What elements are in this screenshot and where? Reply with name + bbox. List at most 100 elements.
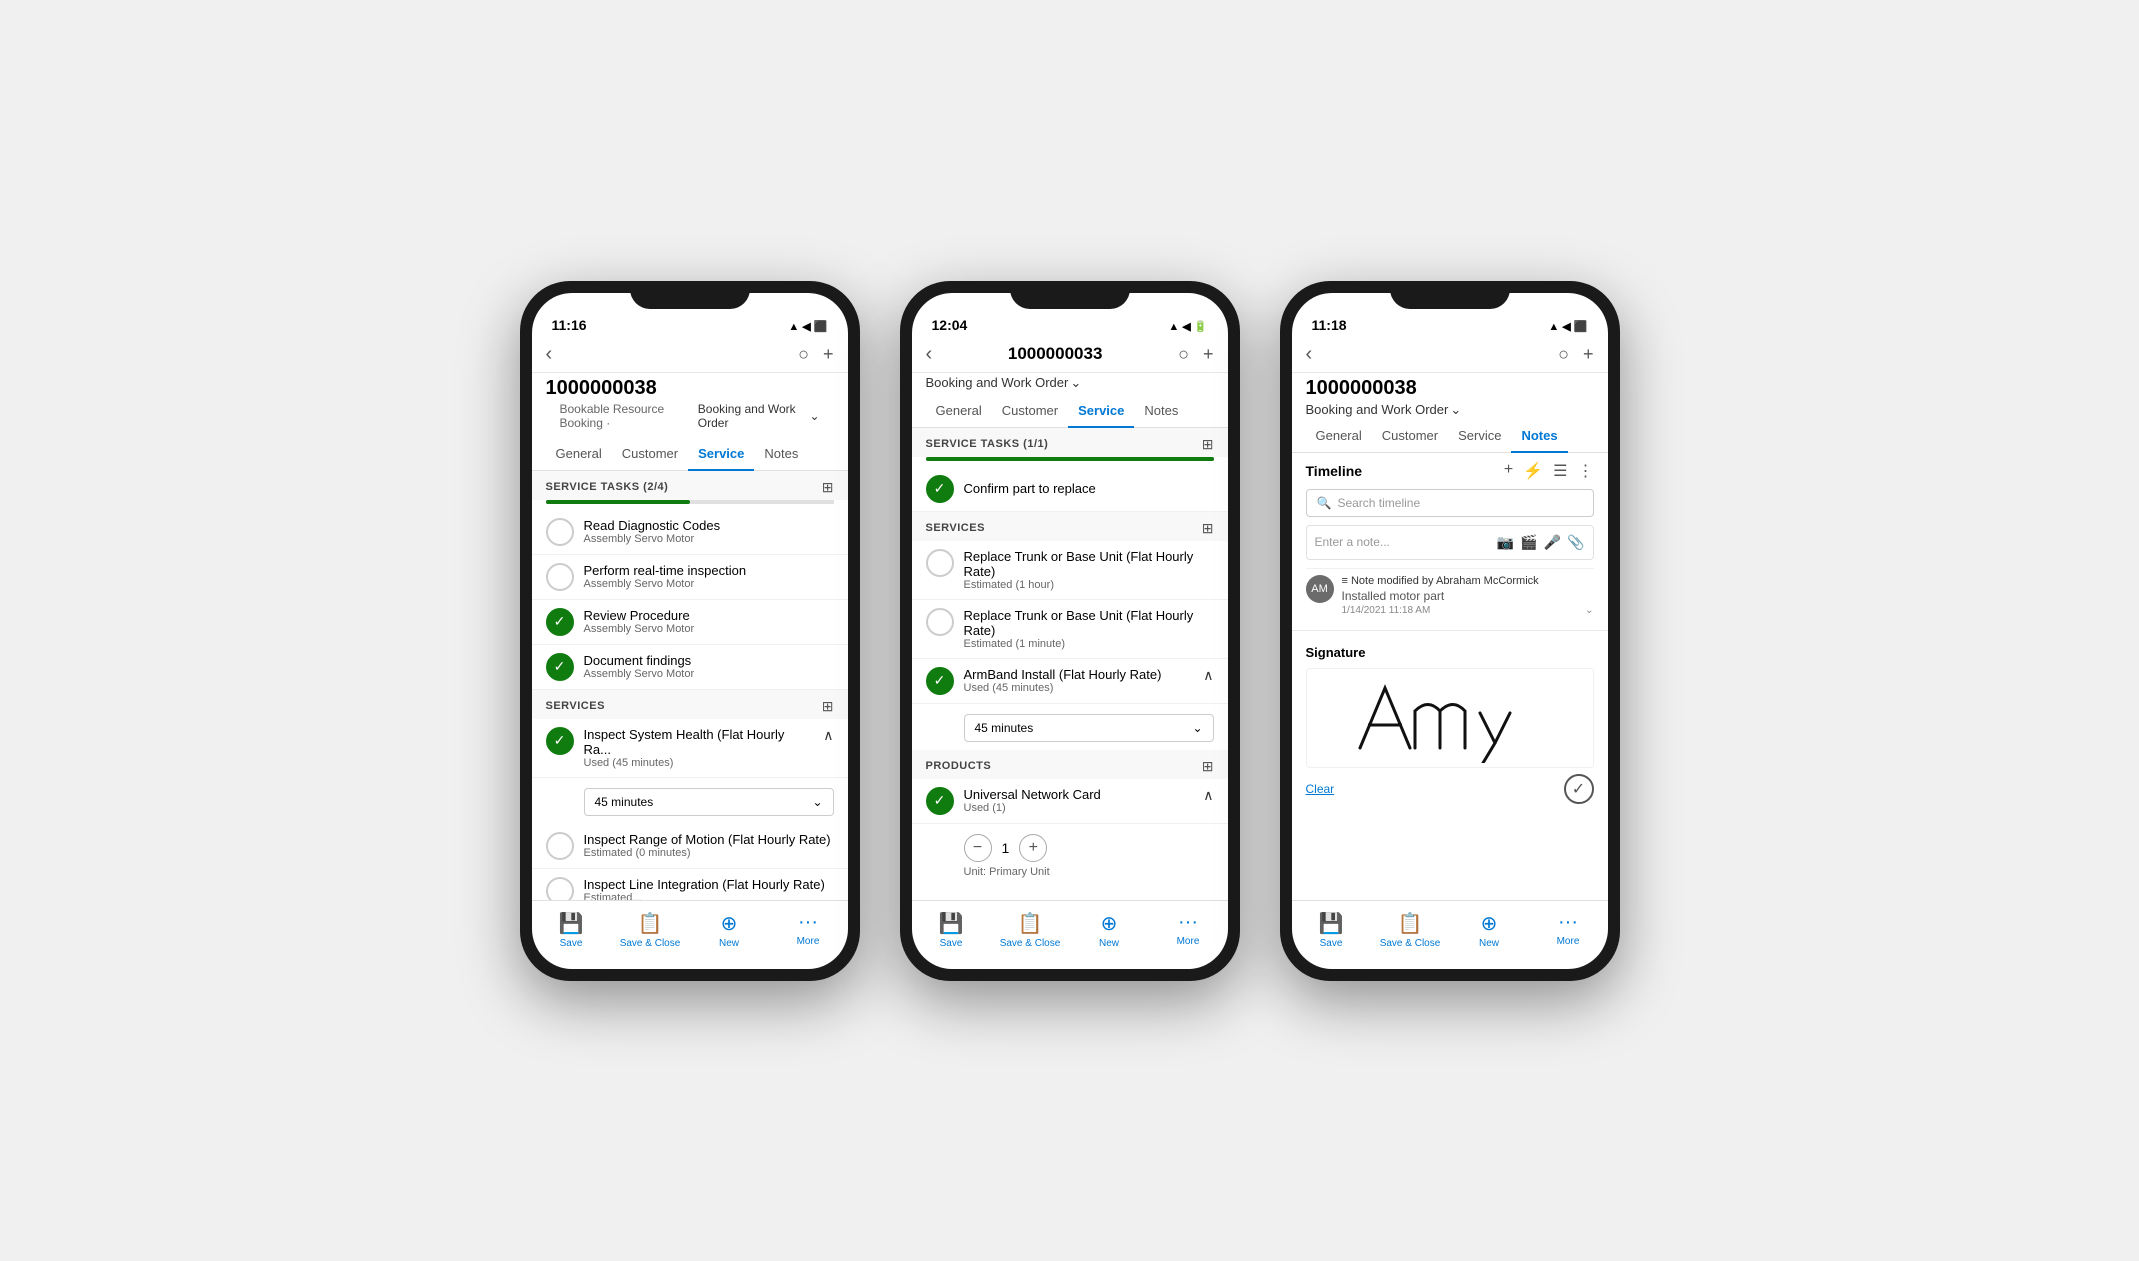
task-check-1-1[interactable] bbox=[546, 563, 574, 591]
search-icon-2[interactable]: ○ bbox=[1178, 344, 1189, 365]
table-icon-services-2[interactable]: ⊞ bbox=[1202, 520, 1214, 537]
timeline-more-icon[interactable]: ⋮ bbox=[1578, 461, 1594, 481]
save-close-button-1[interactable]: 📋 Save & Close bbox=[611, 907, 690, 953]
service-check-1-2[interactable] bbox=[926, 608, 954, 636]
tab-notes-3[interactable]: Notes bbox=[1511, 420, 1567, 453]
more-button-3[interactable]: ··· More bbox=[1529, 907, 1608, 953]
subtitle-dropdown-2[interactable]: Booking and Work Order ⌄ bbox=[926, 375, 1214, 391]
product-qty-2: − 1 + bbox=[964, 834, 1214, 862]
task-item-0-1: Read Diagnostic Codes Assembly Servo Mot… bbox=[532, 510, 848, 555]
note-input-3[interactable]: Enter a note... 📷 🎬 🎤 📎 bbox=[1306, 525, 1594, 560]
save-close-icon-2: 📋 bbox=[1018, 911, 1043, 936]
signature-clear-3[interactable]: Clear bbox=[1306, 782, 1335, 796]
table-icon-services-1[interactable]: ⊞ bbox=[822, 698, 834, 715]
timeline-filter-icon[interactable]: ⚡ bbox=[1523, 461, 1543, 481]
task-text-3-1: Document findings Assembly Servo Motor bbox=[584, 653, 834, 680]
timeline-view-icon[interactable]: ☰ bbox=[1553, 461, 1567, 481]
subtitle-dropdown-3[interactable]: Booking and Work Order ⌄ bbox=[1306, 400, 1594, 418]
search-box-3[interactable]: 🔍 Search timeline bbox=[1306, 489, 1594, 517]
table-icon-products-2[interactable]: ⊞ bbox=[1202, 758, 1214, 775]
more-button-1[interactable]: ··· More bbox=[769, 907, 848, 953]
task-check-3-1[interactable]: ✓ bbox=[546, 653, 574, 681]
service-check-0-2[interactable] bbox=[926, 549, 954, 577]
service-dropdown-0-1[interactable]: 45 minutes ⌄ bbox=[584, 788, 834, 816]
top-bar-actions-1: ○ + bbox=[798, 344, 833, 365]
mic-icon[interactable]: 🎤 bbox=[1544, 534, 1561, 551]
search-icon-1[interactable]: ○ bbox=[798, 344, 809, 365]
tab-service-2[interactable]: Service bbox=[1068, 395, 1134, 428]
status-icons-1: ▲ ◀ ⬛ bbox=[788, 320, 827, 333]
save-close-button-3[interactable]: 📋 Save & Close bbox=[1371, 907, 1450, 953]
scroll-content-3[interactable]: Timeline + ⚡ ☰ ⋮ 🔍 Search timeline bbox=[1292, 453, 1608, 900]
timeline-actions-3: + ⚡ ☰ ⋮ bbox=[1504, 461, 1594, 481]
tab-general-2[interactable]: General bbox=[926, 395, 992, 428]
progress-bar-1 bbox=[546, 500, 690, 504]
video-icon[interactable]: 🎬 bbox=[1520, 534, 1537, 551]
save-button-1[interactable]: 💾 Save bbox=[532, 907, 611, 953]
tab-notes-1[interactable]: Notes bbox=[754, 438, 808, 471]
save-button-3[interactable]: 💾 Save bbox=[1292, 907, 1371, 953]
more-button-2[interactable]: ··· More bbox=[1149, 907, 1228, 953]
tab-service-1[interactable]: Service bbox=[688, 438, 754, 471]
tab-service-3[interactable]: Service bbox=[1448, 420, 1511, 453]
notch-3 bbox=[1390, 281, 1510, 309]
back-button-2[interactable]: ‹ bbox=[926, 343, 933, 366]
search-placeholder-3: Search timeline bbox=[1337, 496, 1420, 510]
tab-customer-3[interactable]: Customer bbox=[1372, 420, 1448, 453]
back-button-3[interactable]: ‹ bbox=[1306, 343, 1313, 366]
tab-customer-1[interactable]: Customer bbox=[612, 438, 688, 471]
signature-section-3: Signature bbox=[1292, 630, 1608, 818]
qty-plus-2[interactable]: + bbox=[1019, 834, 1047, 862]
service-text-2-1: Inspect Line Integration (Flat Hourly Ra… bbox=[584, 877, 834, 900]
subtitle-dropdown-1[interactable]: Booking and Work Order ⌄ bbox=[698, 402, 820, 430]
signature-confirm-3[interactable]: ✓ bbox=[1564, 774, 1594, 804]
note-author-3: ≡ Note modified by Abraham McCormick bbox=[1342, 575, 1594, 587]
expand-icon-2-2[interactable]: ∧ bbox=[1203, 667, 1213, 684]
add-icon-1[interactable]: + bbox=[823, 344, 834, 365]
status-icons-2: ▲ ◀ 🔋 bbox=[1168, 320, 1207, 333]
camera-icon[interactable]: 📷 bbox=[1497, 534, 1514, 551]
save-close-button-2[interactable]: 📋 Save & Close bbox=[991, 907, 1070, 953]
scroll-content-1[interactable]: SERVICE TASKS (2/4) ⊞ Read Diagnostic Co… bbox=[532, 471, 848, 900]
new-button-3[interactable]: ⊕ New bbox=[1450, 907, 1529, 953]
new-icon-3: ⊕ bbox=[1481, 911, 1498, 936]
product-check-0-2[interactable]: ✓ bbox=[926, 787, 954, 815]
tab-general-1[interactable]: General bbox=[546, 438, 612, 471]
attach-icon[interactable]: 📎 bbox=[1567, 534, 1584, 551]
note-expand-icon[interactable]: ⌄ bbox=[1585, 605, 1593, 616]
service-item-2-2: ✓ ArmBand Install (Flat Hourly Rate) Use… bbox=[912, 659, 1228, 704]
save-button-2[interactable]: 💾 Save bbox=[912, 907, 991, 953]
status-time-1: 11:16 bbox=[552, 317, 587, 333]
add-icon-3[interactable]: + bbox=[1583, 344, 1594, 365]
service-check-2-1[interactable] bbox=[546, 877, 574, 900]
section-title-services-1: SERVICES bbox=[546, 700, 605, 712]
service-dropdown-2-2[interactable]: 45 minutes ⌄ bbox=[964, 714, 1214, 742]
task-check-0-1[interactable] bbox=[546, 518, 574, 546]
qty-minus-2[interactable]: − bbox=[964, 834, 992, 862]
tab-customer-2[interactable]: Customer bbox=[992, 395, 1068, 428]
back-button-1[interactable]: ‹ bbox=[546, 343, 553, 366]
status-time-3: 11:18 bbox=[1312, 317, 1347, 333]
tab-general-3[interactable]: General bbox=[1306, 420, 1372, 453]
table-icon-1[interactable]: ⊞ bbox=[822, 479, 834, 496]
service-check-0-1[interactable]: ✓ bbox=[546, 727, 574, 755]
timeline-add-icon[interactable]: + bbox=[1504, 461, 1513, 481]
expand-icon-0-1[interactable]: ∧ bbox=[823, 727, 833, 744]
scroll-content-2[interactable]: SERVICE TASKS (1/1) ⊞ ✓ Confirm part to … bbox=[912, 428, 1228, 900]
service-text-1-1: Inspect Range of Motion (Flat Hourly Rat… bbox=[584, 832, 834, 859]
new-button-2[interactable]: ⊕ New bbox=[1070, 907, 1149, 953]
service-check-2-2[interactable]: ✓ bbox=[926, 667, 954, 695]
add-icon-2[interactable]: + bbox=[1203, 344, 1214, 365]
note-time-3: 1/14/2021 11:18 AM ⌄ bbox=[1342, 605, 1594, 616]
progress-bar-2 bbox=[926, 457, 1214, 461]
expand-icon-product-2[interactable]: ∧ bbox=[1203, 787, 1213, 804]
table-icon-tasks-2[interactable]: ⊞ bbox=[1202, 436, 1214, 453]
more-icon-3: ··· bbox=[1558, 911, 1578, 934]
task-check-2-1[interactable]: ✓ bbox=[546, 608, 574, 636]
search-icon-3[interactable]: ○ bbox=[1558, 344, 1569, 365]
new-button-1[interactable]: ⊕ New bbox=[690, 907, 769, 953]
tab-notes-2[interactable]: Notes bbox=[1134, 395, 1188, 428]
service-check-1-1[interactable] bbox=[546, 832, 574, 860]
task-check-0-2[interactable]: ✓ bbox=[926, 475, 954, 503]
more-icon-2: ··· bbox=[1178, 911, 1198, 934]
